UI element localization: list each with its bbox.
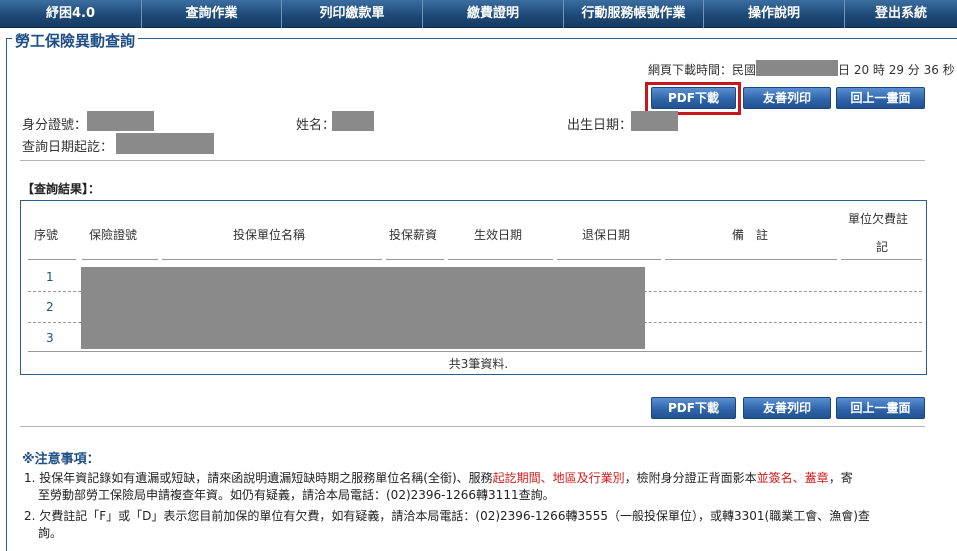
divider: [20, 426, 925, 427]
nav-item-query[interactable]: 查詢作業: [142, 0, 282, 28]
note-1-text-4: 至勞動部勞工保險局申請複查年資。如仍有疑義，請洽本局電話：(02)2396-12…: [38, 488, 555, 502]
redacted-query-date: [116, 133, 214, 154]
note-1-text-3: ，寄: [828, 471, 853, 485]
col-arrears-note: 單位欠費註: [848, 212, 909, 226]
pdf-download-button[interactable]: PDF下載: [651, 87, 736, 109]
nav-item-payment-proof[interactable]: 繳費證明: [423, 0, 564, 28]
header-rule: [82, 259, 158, 260]
name-label: 姓名：: [296, 118, 336, 133]
col-salary: 投保薪資: [389, 228, 438, 242]
nav-item-help[interactable]: 操作說明: [704, 0, 845, 28]
note-1: 1. 投保年資記錄如有遺漏或短缺，請來函說明遺漏短缺時期之服務單位名稱(全銜)、…: [24, 470, 929, 504]
notes-title: ※注意事項：: [22, 452, 100, 467]
note-2: 2. 欠費註記「F」或「D」表示您目前加保的單位有欠費，如有疑義，請洽本局電話：…: [24, 508, 929, 542]
download-time-tail: 日 20 時 29 分 36 秒: [838, 63, 955, 77]
redacted-table-data: [81, 267, 645, 349]
col-withdraw-date: 退保日期: [582, 228, 631, 242]
header-rule: [448, 259, 553, 260]
header-rule: [386, 259, 444, 260]
header-rule: [841, 259, 922, 260]
nav-item-mobile-account[interactable]: 行動服務帳號作業: [564, 0, 704, 28]
col-remarks: 備 註: [732, 228, 769, 242]
col-insurance-no: 保險證號: [89, 228, 138, 242]
col-arrears-note-2: 記: [876, 240, 889, 254]
nav-item-print-bill[interactable]: 列印繳款單: [282, 0, 423, 28]
pdf-download-button-bottom[interactable]: PDF下載: [651, 397, 736, 419]
header-rule: [665, 259, 837, 260]
divider: [20, 160, 925, 161]
top-nav: 紓困4.0 查詢作業 列印繳款單 繳費證明 行動服務帳號作業 操作說明 登出系統: [0, 0, 957, 28]
page-title: 勞工保險異動查詢: [12, 30, 139, 51]
header-rule: [162, 259, 382, 260]
back-button[interactable]: 回上一畫面: [836, 87, 925, 109]
result-label: 【查詢結果】：: [22, 182, 101, 196]
total-count: 共3筆資料.: [448, 357, 509, 371]
nav-item-logout[interactable]: 登出系統: [845, 0, 957, 28]
id-label: 身分證號：: [22, 118, 88, 133]
row-seq-1: 1: [46, 270, 54, 284]
header-rule: [28, 259, 76, 260]
note-1-emphasis-2: 並簽名、蓋章: [756, 471, 829, 485]
redacted-name: [332, 111, 374, 131]
note-1-emphasis: 起訖期間、地區及行業別: [492, 471, 625, 485]
download-time-label: 網頁下載時間：民國: [648, 63, 757, 77]
back-button-bottom[interactable]: 回上一畫面: [836, 397, 925, 419]
print-button-bottom[interactable]: 友善列印: [743, 397, 831, 419]
note-1-text: 1. 投保年資記錄如有遺漏或短缺，請來函說明遺漏短缺時期之服務單位名稱(全銜)、…: [24, 471, 493, 485]
col-effective-date: 生效日期: [474, 228, 523, 242]
redacted-id: [87, 111, 154, 131]
note-2-text: 2. 欠費註記「F」或「D」表示您目前加保的單位有欠費，如有疑義，請洽本局電話：…: [24, 509, 870, 523]
col-unit-name: 投保單位名稱: [233, 228, 306, 242]
row-seq-3: 3: [46, 331, 54, 345]
note-1-text-2: ，檢附身分證正背面影本: [624, 471, 757, 485]
col-seq: 序號: [34, 228, 59, 242]
redacted-birth: [631, 111, 678, 131]
birth-label: 出生日期：: [567, 118, 633, 133]
header-rule: [557, 259, 661, 260]
nav-item-relief[interactable]: 紓困4.0: [0, 0, 142, 28]
row-seq-2: 2: [46, 300, 54, 314]
total-rule: [28, 351, 922, 352]
note-2-text-2: 詢。: [38, 526, 63, 540]
query-date-label: 查詢日期起訖：: [22, 140, 114, 155]
redacted-date: [756, 60, 838, 76]
print-button[interactable]: 友善列印: [743, 87, 831, 109]
